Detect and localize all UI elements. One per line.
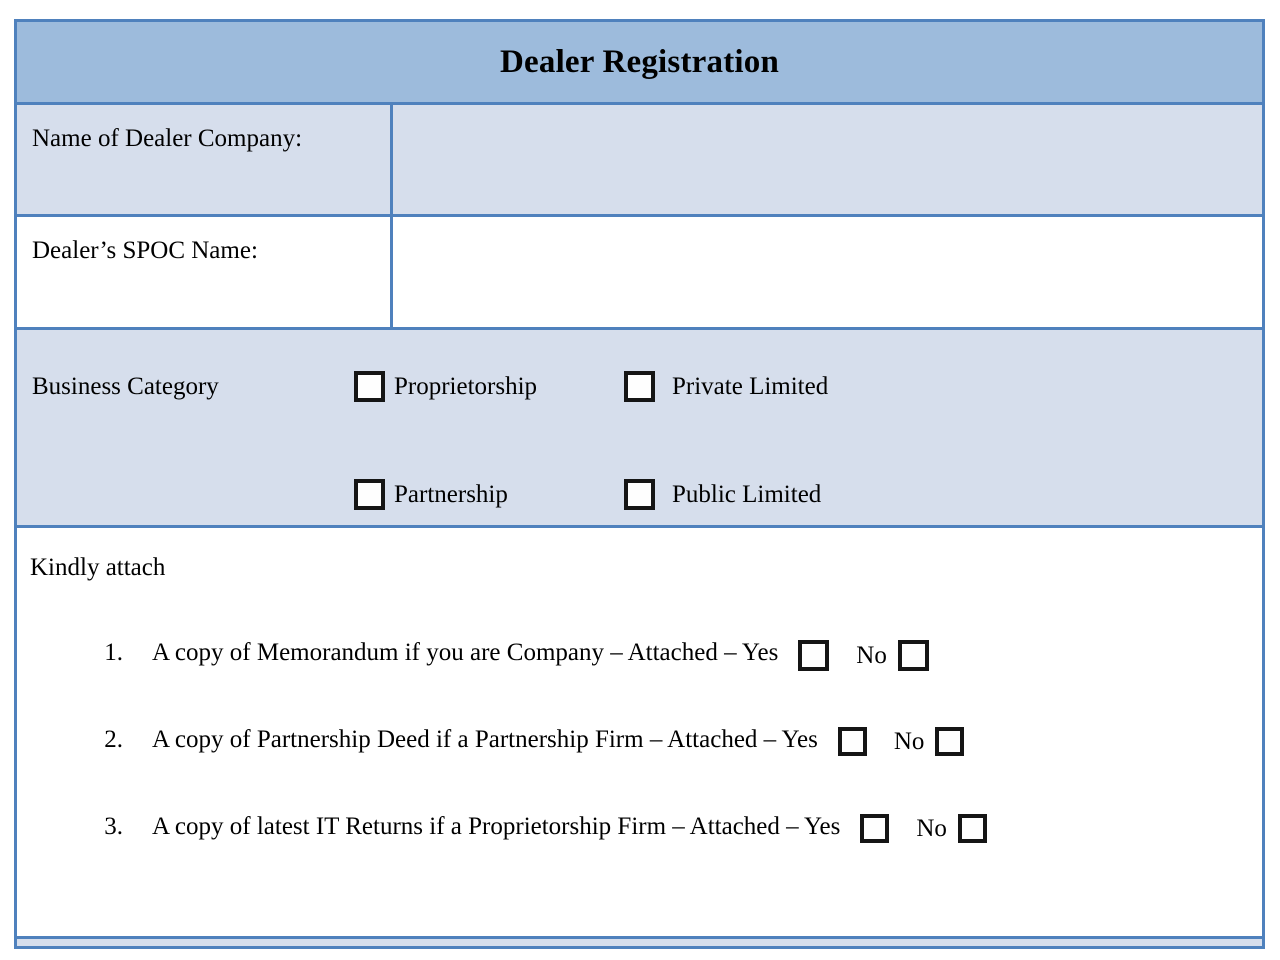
- attachments-row: Kindly attach 1. A copy of Memorandum if…: [14, 525, 1265, 936]
- category-option-label: Private Limited: [672, 373, 829, 400]
- list-item-number: 3.: [104, 813, 123, 840]
- label-dealer-company: Name of Dealer Company:: [17, 105, 393, 214]
- no-label: No: [916, 815, 947, 842]
- category-option-private-limited[interactable]: Private Limited: [624, 371, 828, 402]
- document-page: Dealer Registration Name of Dealer Compa…: [0, 0, 1280, 960]
- category-option-label: Proprietorship: [394, 373, 538, 400]
- list-item: 3. A copy of latest IT Returns if a Prop…: [17, 814, 1262, 901]
- no-label: No: [893, 728, 925, 755]
- checkbox-icon-proprietorship[interactable]: [354, 371, 385, 402]
- category-option-label: Public Limited: [672, 481, 822, 508]
- label-spoc-name: Dealer’s SPOC Name:: [17, 217, 393, 327]
- checkbox-icon-yes[interactable]: [798, 640, 830, 671]
- list-item-text: A copy of latest IT Returns if a Proprie…: [152, 813, 841, 840]
- input-dealer-company[interactable]: [393, 105, 1262, 214]
- field-row-dealer-company: Name of Dealer Company:: [14, 102, 1265, 214]
- no-label: No: [856, 642, 887, 669]
- category-option-proprietorship[interactable]: Proprietorship: [354, 371, 537, 402]
- checkbox-icon-public-limited[interactable]: [624, 479, 655, 510]
- checkbox-icon-partnership[interactable]: [354, 479, 385, 510]
- category-option-label: Partnership: [394, 481, 508, 508]
- list-item-text: A copy of Partnership Deed if a Partners…: [152, 726, 818, 753]
- list-item-controls: No: [784, 640, 929, 671]
- list-item-controls: No: [846, 814, 987, 843]
- checkbox-icon-private-limited[interactable]: [624, 371, 655, 402]
- checkbox-icon-no[interactable]: [935, 727, 965, 756]
- attachments-heading: Kindly attach: [30, 554, 166, 581]
- list-item-controls: No: [824, 727, 965, 756]
- next-row-truncated: [14, 936, 1265, 949]
- list-item-number: 2.: [104, 726, 123, 753]
- list-item: 2. A copy of Partnership Deed if a Partn…: [17, 727, 1262, 814]
- label-business-category: Business Category: [32, 373, 219, 400]
- field-row-spoc-name: Dealer’s SPOC Name:: [14, 214, 1265, 327]
- form-header-row: Dealer Registration: [14, 19, 1265, 102]
- attachments-list: 1. A copy of Memorandum if you are Compa…: [17, 640, 1262, 901]
- list-item: 1. A copy of Memorandum if you are Compa…: [17, 640, 1262, 727]
- checkbox-icon-yes[interactable]: [837, 727, 867, 756]
- checkbox-icon-no[interactable]: [957, 814, 987, 843]
- category-option-public-limited[interactable]: Public Limited: [624, 479, 821, 510]
- input-spoc-name[interactable]: [393, 217, 1262, 327]
- checkbox-icon-no[interactable]: [897, 640, 929, 671]
- dealer-registration-form: Dealer Registration Name of Dealer Compa…: [14, 19, 1265, 949]
- checkbox-icon-yes[interactable]: [860, 814, 890, 843]
- list-item-text: A copy of Memorandum if you are Company …: [152, 639, 779, 666]
- list-item-number: 1.: [104, 639, 123, 666]
- field-row-business-category: Business Category Proprietorship Private…: [14, 327, 1265, 525]
- category-option-partnership[interactable]: Partnership: [354, 479, 508, 510]
- page-title: Dealer Registration: [499, 43, 780, 80]
